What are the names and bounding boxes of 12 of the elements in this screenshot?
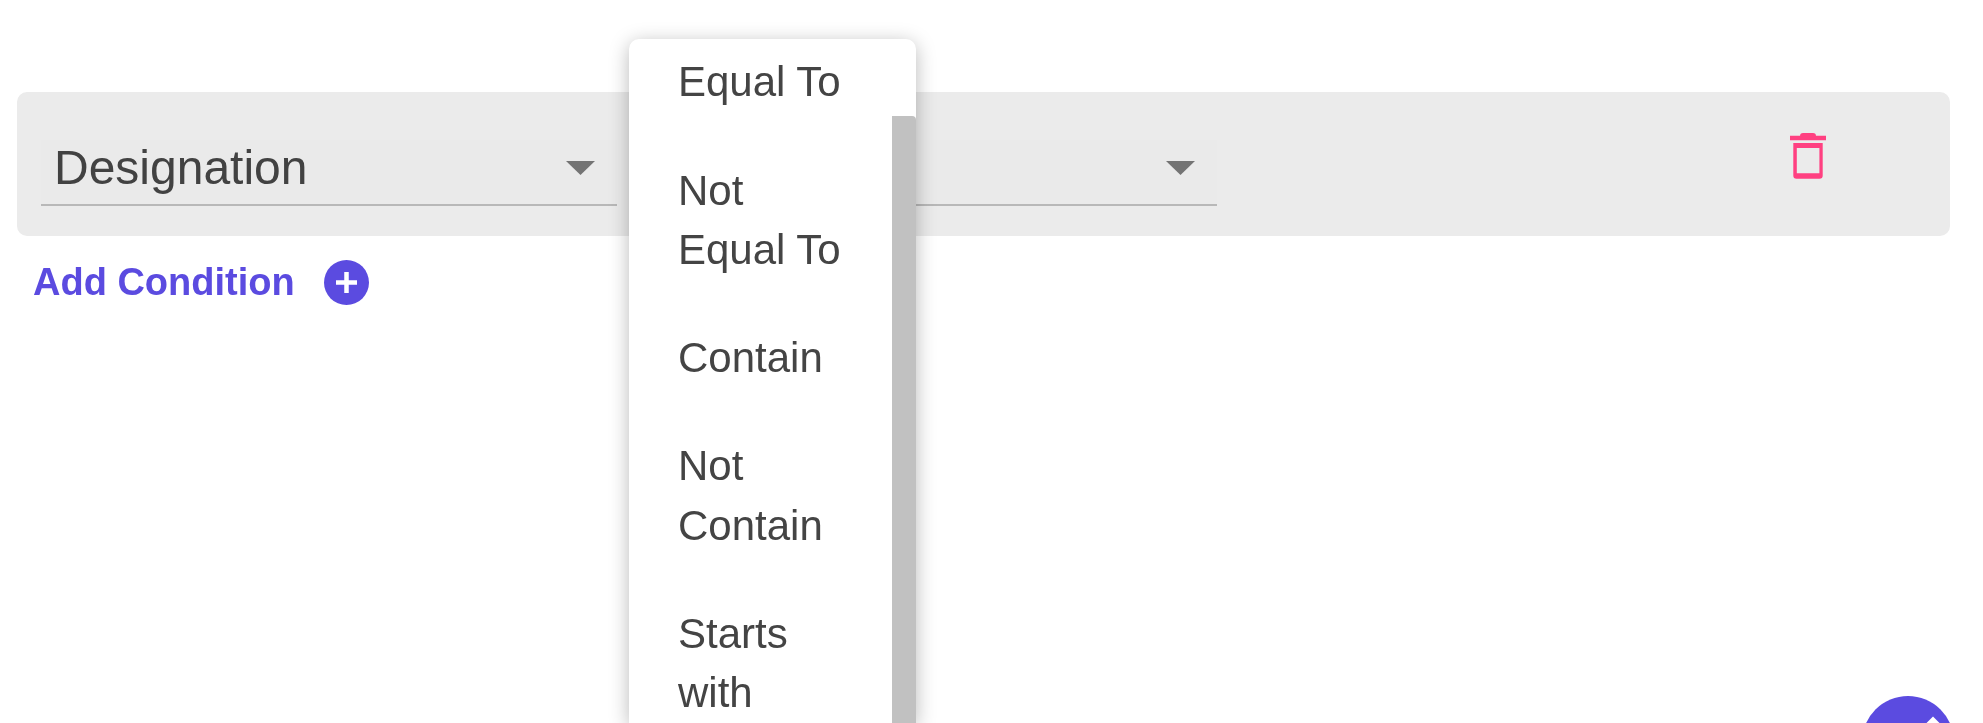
add-condition-button[interactable]: Add Condition: [33, 259, 369, 305]
menu-option[interactable]: Starts with: [678, 603, 854, 723]
chevron-icon: [1926, 716, 1940, 723]
menu-option[interactable]: Not Equal To: [678, 160, 854, 280]
menu-option[interactable]: Contain: [678, 328, 854, 388]
menu-option[interactable]: Equal To: [678, 52, 854, 112]
caret-icon: [1166, 161, 1195, 175]
trash-icon: [1790, 133, 1826, 179]
plus-icon: [323, 259, 369, 305]
menu-option[interactable]: Not Contain: [678, 436, 854, 556]
scrollbar-thumb[interactable]: [892, 116, 916, 723]
caret-icon: [566, 161, 595, 175]
